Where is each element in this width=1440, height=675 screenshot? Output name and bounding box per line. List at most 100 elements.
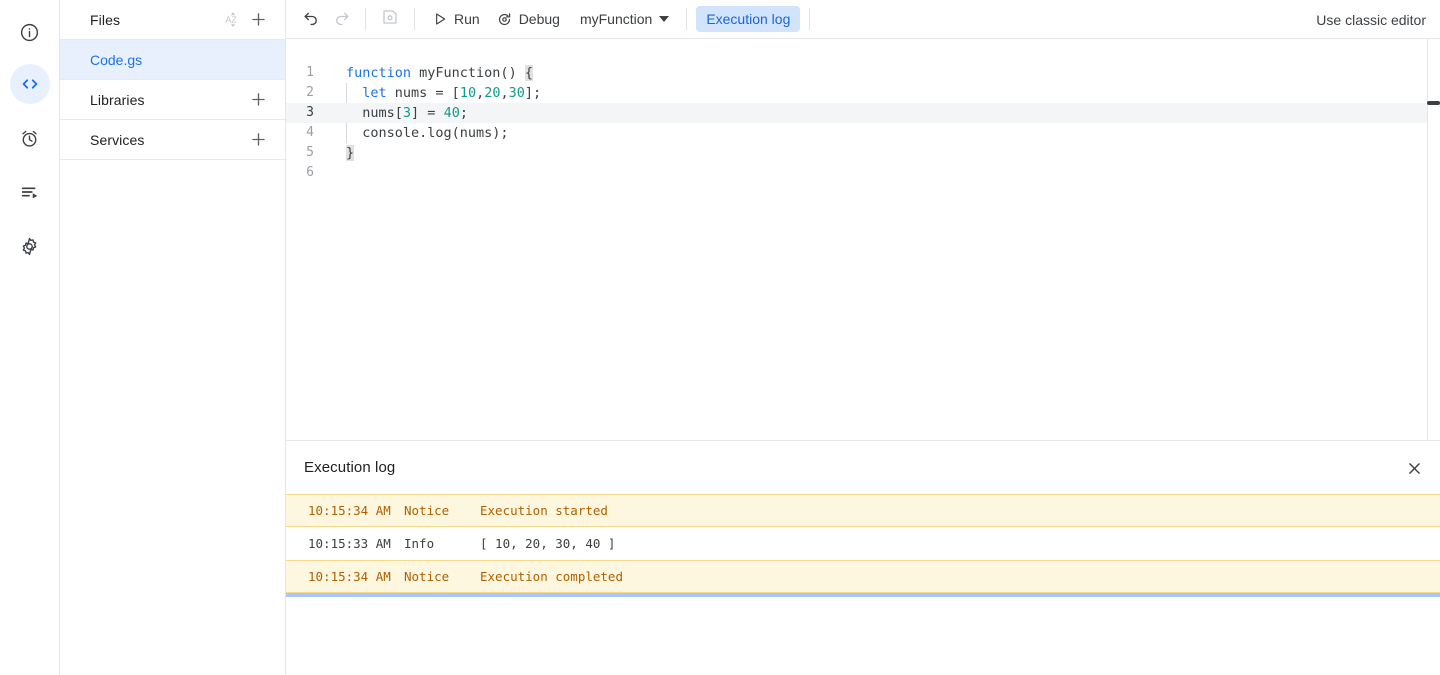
execution-log-toggle-button[interactable]: Execution log — [696, 6, 800, 32]
token-plain: , — [500, 85, 508, 101]
line-content: function myFunction() { — [324, 63, 533, 83]
sidebar-item-triggers[interactable] — [10, 118, 50, 158]
toolbar-divider-1 — [365, 8, 366, 30]
services-section-header[interactable]: Services — [60, 120, 285, 160]
add-service-icon[interactable] — [245, 127, 271, 153]
save-disk-icon — [381, 8, 399, 31]
rail-slot-triggers — [10, 118, 50, 158]
redo-arrow-icon — [332, 7, 351, 31]
function-selector-value: myFunction — [580, 11, 652, 27]
file-item-label: Code.gs — [90, 52, 142, 68]
editor-toolbar: Run Debug myFunction Execution log — [286, 0, 1440, 39]
files-sidebar: Files AZ Code.gs Libraries — [60, 0, 286, 675]
execution-log-panel: Execution log 10:15:34 AM Notice Executi… — [286, 440, 1440, 675]
log-row: 10:15:33 AM Info [ 10, 20, 30, 40 ] — [286, 527, 1440, 560]
code-lines: 1 function myFunction() { 2 let nums = [… — [286, 39, 1427, 183]
log-row-time: 10:15:33 AM — [308, 536, 404, 551]
token-number: 20 — [484, 85, 500, 101]
token-brace: } — [346, 145, 354, 161]
apps-script-editor-window: Files AZ Code.gs Libraries — [0, 0, 1440, 675]
undo-button[interactable] — [296, 4, 326, 34]
toolbar-right-group: Use classic editor — [1316, 0, 1440, 39]
rail-slot-overview — [10, 12, 50, 52]
debug-bug-icon — [496, 11, 513, 28]
sort-az-icon[interactable]: AZ — [219, 7, 245, 33]
services-section-title: Services — [90, 132, 245, 148]
toolbar-divider-2 — [414, 8, 415, 30]
sidebar-item-executions[interactable] — [10, 172, 50, 212]
gear-icon — [19, 236, 40, 257]
run-button-label: Run — [454, 11, 480, 27]
file-item-code-gs[interactable]: Code.gs — [60, 40, 285, 80]
line-number: 3 — [286, 103, 324, 123]
line-number: 1 — [286, 63, 324, 83]
sidebar-item-project-overview[interactable] — [10, 12, 50, 52]
log-row-level: Notice — [404, 503, 480, 518]
code-brackets-icon — [19, 73, 41, 95]
svg-text:AZ: AZ — [225, 15, 237, 25]
execution-progress-bar — [286, 593, 1440, 597]
function-selector[interactable]: myFunction — [572, 4, 677, 34]
rail-slot-editor — [10, 64, 50, 104]
redo-button[interactable] — [326, 4, 356, 34]
token-keyword: function — [346, 65, 411, 81]
undo-arrow-icon — [302, 7, 321, 31]
token-plain — [346, 85, 362, 101]
line-content: console.log(nums); — [324, 123, 509, 143]
rail-slot-settings — [10, 226, 50, 266]
files-section-header: Files AZ — [60, 0, 285, 40]
token-brace: { — [525, 65, 533, 81]
info-icon — [19, 22, 40, 43]
debug-button[interactable]: Debug — [488, 4, 568, 34]
sidebar-item-editor[interactable] — [10, 64, 50, 104]
execution-log-title: Execution log — [304, 459, 395, 476]
log-row-time: 10:15:34 AM — [308, 503, 404, 518]
use-classic-editor-link[interactable]: Use classic editor — [1316, 12, 1426, 28]
token-number: 10 — [460, 85, 476, 101]
code-line: 1 function myFunction() { — [286, 63, 1427, 83]
line-number: 5 — [286, 143, 324, 163]
left-icon-rail — [0, 0, 60, 675]
token-plain: ; — [460, 105, 468, 121]
token-plain: myFunction() — [411, 65, 525, 81]
code-line: 6 — [286, 163, 1427, 183]
token-plain: console.log(nums); — [346, 125, 509, 141]
log-row: 10:15:34 AM Notice Execution started — [286, 494, 1440, 527]
toolbar-divider-3 — [686, 8, 687, 30]
play-triangle-icon — [432, 11, 448, 27]
add-file-icon[interactable] — [245, 7, 271, 33]
token-plain: ] = — [411, 105, 444, 121]
run-button[interactable]: Run — [424, 4, 488, 34]
sidebar-item-project-settings[interactable] — [10, 226, 50, 266]
editor-scrollbar-thumb[interactable] — [1427, 101, 1440, 105]
code-line: 4 console.log(nums); — [286, 123, 1427, 143]
token-plain: nums = [ — [387, 85, 460, 101]
libraries-section-header[interactable]: Libraries — [60, 80, 285, 120]
add-library-icon[interactable] — [245, 87, 271, 113]
files-section-title: Files — [90, 12, 219, 28]
executions-list-icon — [19, 181, 41, 203]
alarm-clock-icon — [19, 128, 40, 149]
log-row-message: [ 10, 20, 30, 40 ] — [480, 536, 1440, 551]
line-content: nums[3] = 40; — [324, 103, 468, 123]
execution-log-header: Execution log — [286, 441, 1440, 494]
line-number: 2 — [286, 83, 324, 103]
token-number: 40 — [444, 105, 460, 121]
code-line-active: 3 nums[3] = 40; — [286, 103, 1427, 123]
token-plain: ]; — [525, 85, 541, 101]
line-content: } — [324, 143, 354, 163]
log-row-message: Execution completed — [480, 569, 1440, 584]
token-plain: nums[ — [346, 105, 403, 121]
token-plain: , — [476, 85, 484, 101]
code-line: 5 } — [286, 143, 1427, 163]
line-number: 6 — [286, 163, 324, 183]
token-number: 30 — [509, 85, 525, 101]
log-row-time: 10:15:34 AM — [308, 569, 404, 584]
libraries-section-title: Libraries — [90, 92, 245, 108]
line-number: 4 — [286, 123, 324, 143]
close-x-icon[interactable] — [1400, 454, 1428, 482]
chevron-down-icon — [659, 16, 669, 22]
debug-button-label: Debug — [519, 11, 560, 27]
toolbar-divider-4 — [809, 8, 810, 30]
save-button[interactable] — [375, 4, 405, 34]
